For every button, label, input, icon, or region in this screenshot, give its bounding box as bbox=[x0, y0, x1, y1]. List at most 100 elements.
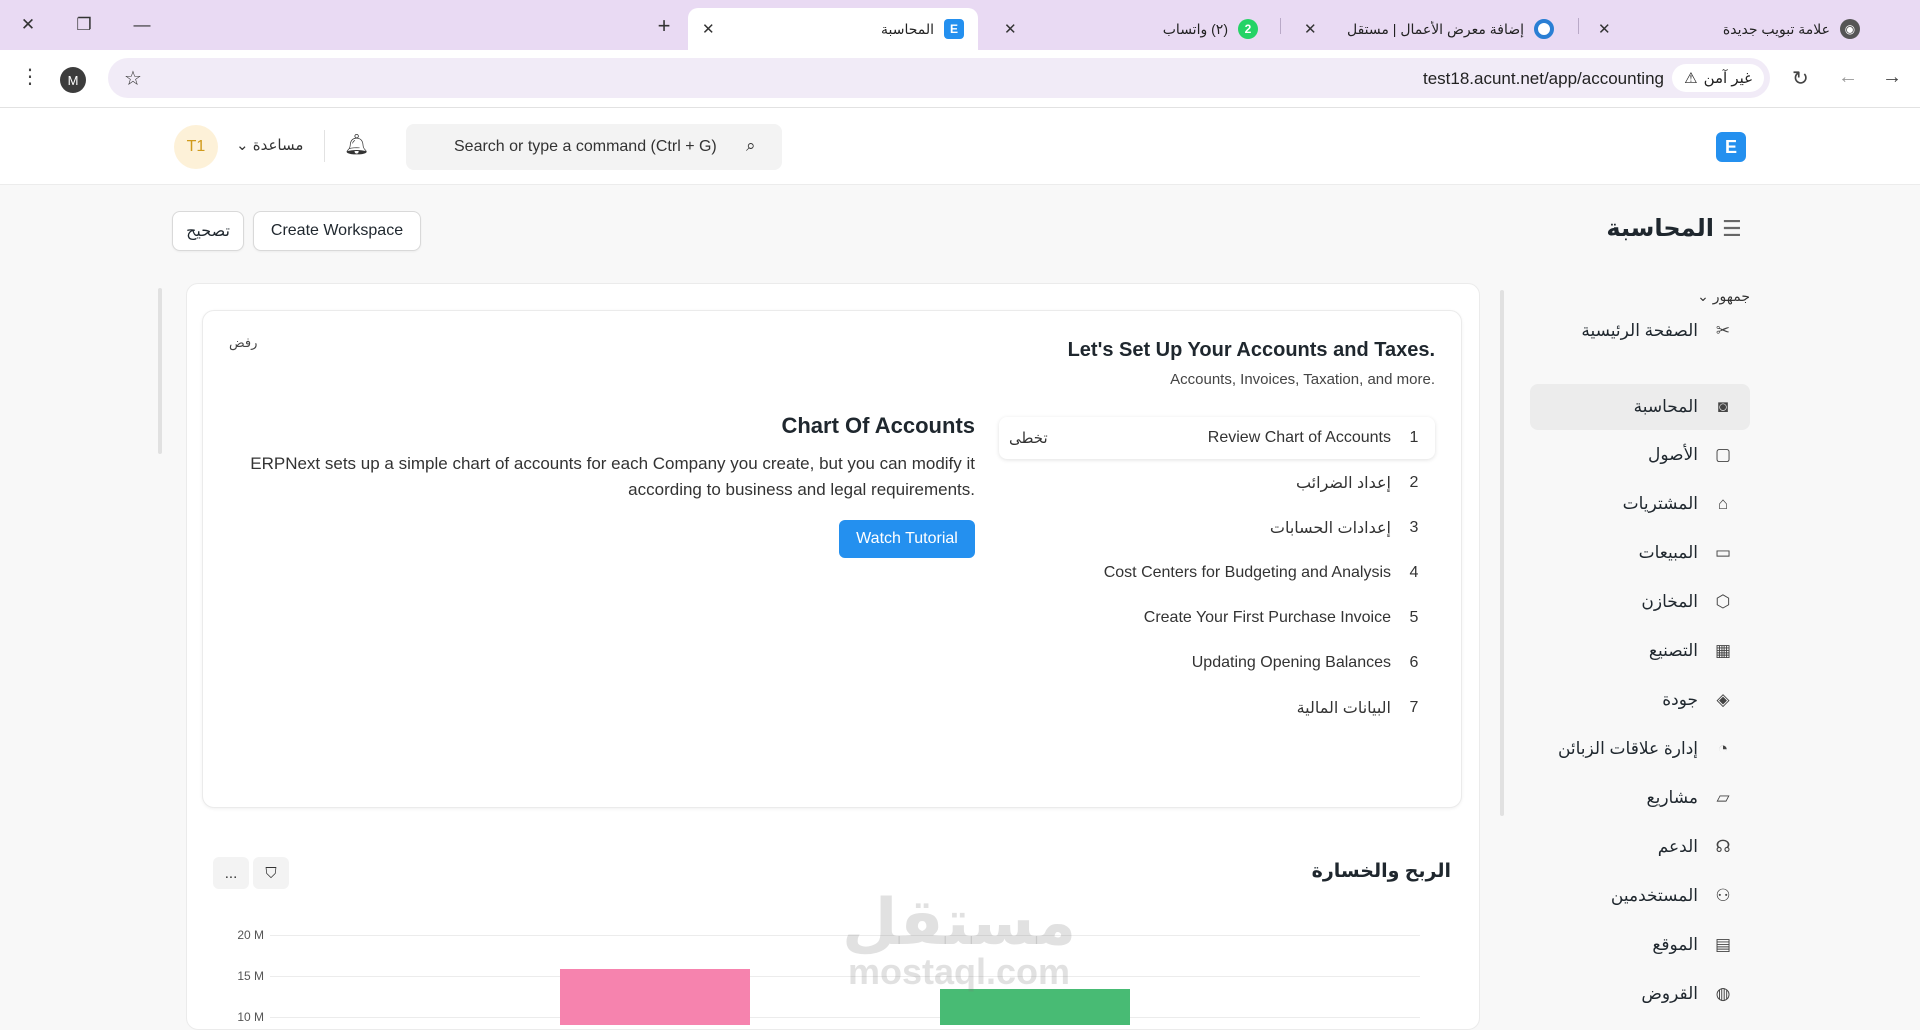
onboarding-step[interactable]: 2 إعداد الضرائب bbox=[999, 462, 1435, 504]
chart-bar[interactable] bbox=[940, 989, 1130, 1025]
window-restore-icon[interactable]: ❐ bbox=[68, 12, 100, 38]
tab-separator bbox=[1578, 18, 1579, 34]
scrollbar-sidebar[interactable] bbox=[1500, 290, 1504, 816]
chevron-down-icon: ⌄ bbox=[236, 137, 249, 154]
chart-gridline bbox=[270, 1017, 1420, 1018]
warning-icon: ⚠ bbox=[1684, 70, 1698, 87]
selling-icon: ▭ bbox=[1714, 543, 1732, 562]
chart-gridline bbox=[270, 976, 1420, 977]
tab-mostaql[interactable]: ✕ إضافة معرض الأعمال | مستقل bbox=[1290, 8, 1568, 50]
dismiss-button[interactable]: رفض bbox=[229, 335, 257, 351]
omnibox[interactable]: ☆ test18.acunt.net/app/accounting ⚠ غير … bbox=[108, 58, 1770, 98]
sidebar-item-buying[interactable]: المشتريات ⌂ bbox=[1530, 481, 1750, 527]
whatsapp-icon: 2 bbox=[1238, 19, 1258, 39]
sidebar-item-crm[interactable]: إدارة علاقات الزبائن ◔ bbox=[1530, 726, 1750, 772]
sidebar-section-public[interactable]: جمهور ⌄ bbox=[1697, 288, 1750, 305]
tab-close-icon[interactable]: ✕ bbox=[1598, 20, 1611, 38]
search-input[interactable]: Search or type a command (Ctrl + G) ⌕ bbox=[406, 124, 782, 170]
sidebar-item-home[interactable]: الصفحة الرئيسية ✂ bbox=[1530, 308, 1750, 354]
browser-tab-bar: ✕ ❐ — + ✕ المحاسبة E ✕ (٢) واتساب 2 ✕ إض… bbox=[0, 0, 1920, 50]
sidebar-item-loans[interactable]: القروض ◍ bbox=[1530, 971, 1750, 1017]
tab-close-icon[interactable]: ✕ bbox=[1304, 20, 1317, 38]
sidebar-item-quality[interactable]: جودة ◈ bbox=[1530, 677, 1750, 723]
create-workspace-button[interactable]: Create Workspace bbox=[253, 211, 421, 251]
stock-icon: ⬡ bbox=[1715, 592, 1731, 611]
assets-icon: ▢ bbox=[1714, 445, 1732, 464]
y-tick-label: 20 M bbox=[237, 928, 264, 942]
profile-avatar[interactable]: M bbox=[60, 67, 86, 93]
projects-icon: ▱ bbox=[1716, 788, 1730, 807]
browser-menu-icon[interactable]: ⋮ bbox=[20, 64, 40, 89]
chart-bar[interactable] bbox=[560, 968, 750, 1025]
help-dropdown[interactable]: مساعدة ⌄ bbox=[236, 136, 303, 154]
tab-close-icon[interactable]: ✕ bbox=[702, 20, 715, 38]
onboarding-widget: Let's Set Up Your Accounts and Taxes. Ac… bbox=[202, 310, 1462, 808]
users-icon: ⚇ bbox=[1715, 886, 1731, 905]
user-avatar[interactable]: T1 bbox=[174, 125, 218, 169]
browser-address-bar: ☆ test18.acunt.net/app/accounting ⚠ غير … bbox=[0, 50, 1920, 108]
new-tab-button[interactable]: + bbox=[650, 12, 678, 40]
profit-loss-title: الربح والخسارة bbox=[1311, 861, 1451, 882]
sidebar-item-users[interactable]: المستخدمين ⚇ bbox=[1530, 873, 1750, 919]
onboarding-step[interactable]: 3 إعدادات الحسابات bbox=[999, 507, 1435, 549]
step-detail-title: Chart Of Accounts bbox=[781, 413, 975, 438]
sidebar-item-stock[interactable]: المخازن ⬡ bbox=[1530, 579, 1750, 625]
page-title: المحاسبة bbox=[1606, 215, 1714, 242]
sidebar-item-selling[interactable]: المبيعات ▭ bbox=[1530, 530, 1750, 576]
sidebar-item-support[interactable]: الدعم ☊ bbox=[1530, 824, 1750, 870]
scrollbar-left[interactable] bbox=[158, 288, 162, 454]
crm-icon: ◔ bbox=[1717, 739, 1729, 758]
app-logo[interactable]: E bbox=[1716, 132, 1746, 162]
sidebar-item-website[interactable]: الموقع ▤ bbox=[1530, 922, 1750, 968]
notification-bell-icon[interactable]: 🔔︎ bbox=[344, 132, 369, 157]
manufacturing-icon: ▦ bbox=[1714, 641, 1732, 660]
filter-icon[interactable]: ⛉ bbox=[253, 857, 289, 889]
onboarding-step[interactable]: 1 Review Chart of Accounts تخطى bbox=[999, 417, 1435, 459]
sidebar-item-accounting[interactable]: المحاسبة ◙ bbox=[1530, 384, 1750, 430]
step-detail-description: ERPNext sets up a simple chart of accoun… bbox=[250, 454, 975, 499]
url-text[interactable]: test18.acunt.net/app/accounting bbox=[1423, 69, 1664, 89]
skip-step-button[interactable]: تخطى bbox=[1009, 429, 1048, 447]
bookmark-star-icon[interactable]: ☆ bbox=[124, 66, 142, 91]
onboarding-step[interactable]: 7 البيانات المالية bbox=[999, 687, 1435, 729]
sidebar-item-manufacturing[interactable]: التصنيع ▦ bbox=[1530, 628, 1750, 674]
security-chip[interactable]: ⚠ غير آمن bbox=[1672, 64, 1764, 92]
onboarding-step[interactable]: 5 Create Your First Purchase Invoice bbox=[999, 597, 1435, 639]
navbar-divider bbox=[324, 130, 325, 162]
chevron-down-icon: ⌄ bbox=[1697, 288, 1709, 304]
onboarding-subtitle: Accounts, Invoices, Taxation, and more. bbox=[1170, 371, 1435, 388]
tab-close-icon[interactable]: ✕ bbox=[1004, 20, 1017, 38]
quality-icon: ◈ bbox=[1716, 690, 1730, 709]
sidebar-item-projects[interactable]: مشاريع ▱ bbox=[1530, 775, 1750, 821]
forward-icon[interactable]: → bbox=[1882, 66, 1902, 89]
tab-separator bbox=[1280, 18, 1281, 34]
reload-icon[interactable]: ↻ bbox=[1792, 66, 1809, 91]
accounting-icon: ◙ bbox=[1717, 397, 1729, 416]
edit-button[interactable]: تصحيح bbox=[172, 211, 244, 251]
tab-new-tab[interactable]: ✕ علامة تبويب جديدة ◉ bbox=[1584, 8, 1874, 50]
loans-icon: ◍ bbox=[1715, 984, 1731, 1003]
window-minimize-icon[interactable]: — bbox=[126, 12, 158, 38]
y-tick-label: 10 M bbox=[237, 1010, 264, 1024]
mostaql-icon bbox=[1534, 19, 1554, 39]
search-icon: ⌕ bbox=[746, 136, 756, 155]
back-icon[interactable]: ← bbox=[1838, 66, 1858, 89]
tab-accounting[interactable]: ✕ المحاسبة E bbox=[688, 8, 978, 50]
watch-tutorial-button[interactable]: Watch Tutorial bbox=[839, 520, 975, 558]
erpnext-icon: E bbox=[944, 19, 964, 39]
tools-icon: ✂ bbox=[1715, 321, 1731, 340]
sidebar-item-assets[interactable]: الأصول ▢ bbox=[1530, 432, 1750, 478]
chrome-icon: ◉ bbox=[1840, 19, 1860, 39]
y-tick-label: 15 M bbox=[237, 969, 264, 983]
sidebar-toggle-icon[interactable]: ☰ bbox=[1722, 216, 1742, 242]
onboarding-step[interactable]: 6 Updating Opening Balances bbox=[999, 642, 1435, 684]
tab-whatsapp[interactable]: ✕ (٢) واتساب 2 bbox=[990, 8, 1272, 50]
more-options-button[interactable]: ... bbox=[213, 857, 249, 889]
chart-gridline bbox=[270, 935, 1420, 936]
buying-icon: ⌂ bbox=[1717, 494, 1729, 513]
website-icon: ▤ bbox=[1714, 935, 1732, 954]
onboarding-step[interactable]: 4 Cost Centers for Budgeting and Analysi… bbox=[999, 552, 1435, 594]
support-icon: ☊ bbox=[1715, 837, 1731, 856]
window-close-icon[interactable]: ✕ bbox=[12, 12, 44, 38]
app-navbar: E Search or type a command (Ctrl + G) ⌕ … bbox=[0, 108, 1920, 185]
